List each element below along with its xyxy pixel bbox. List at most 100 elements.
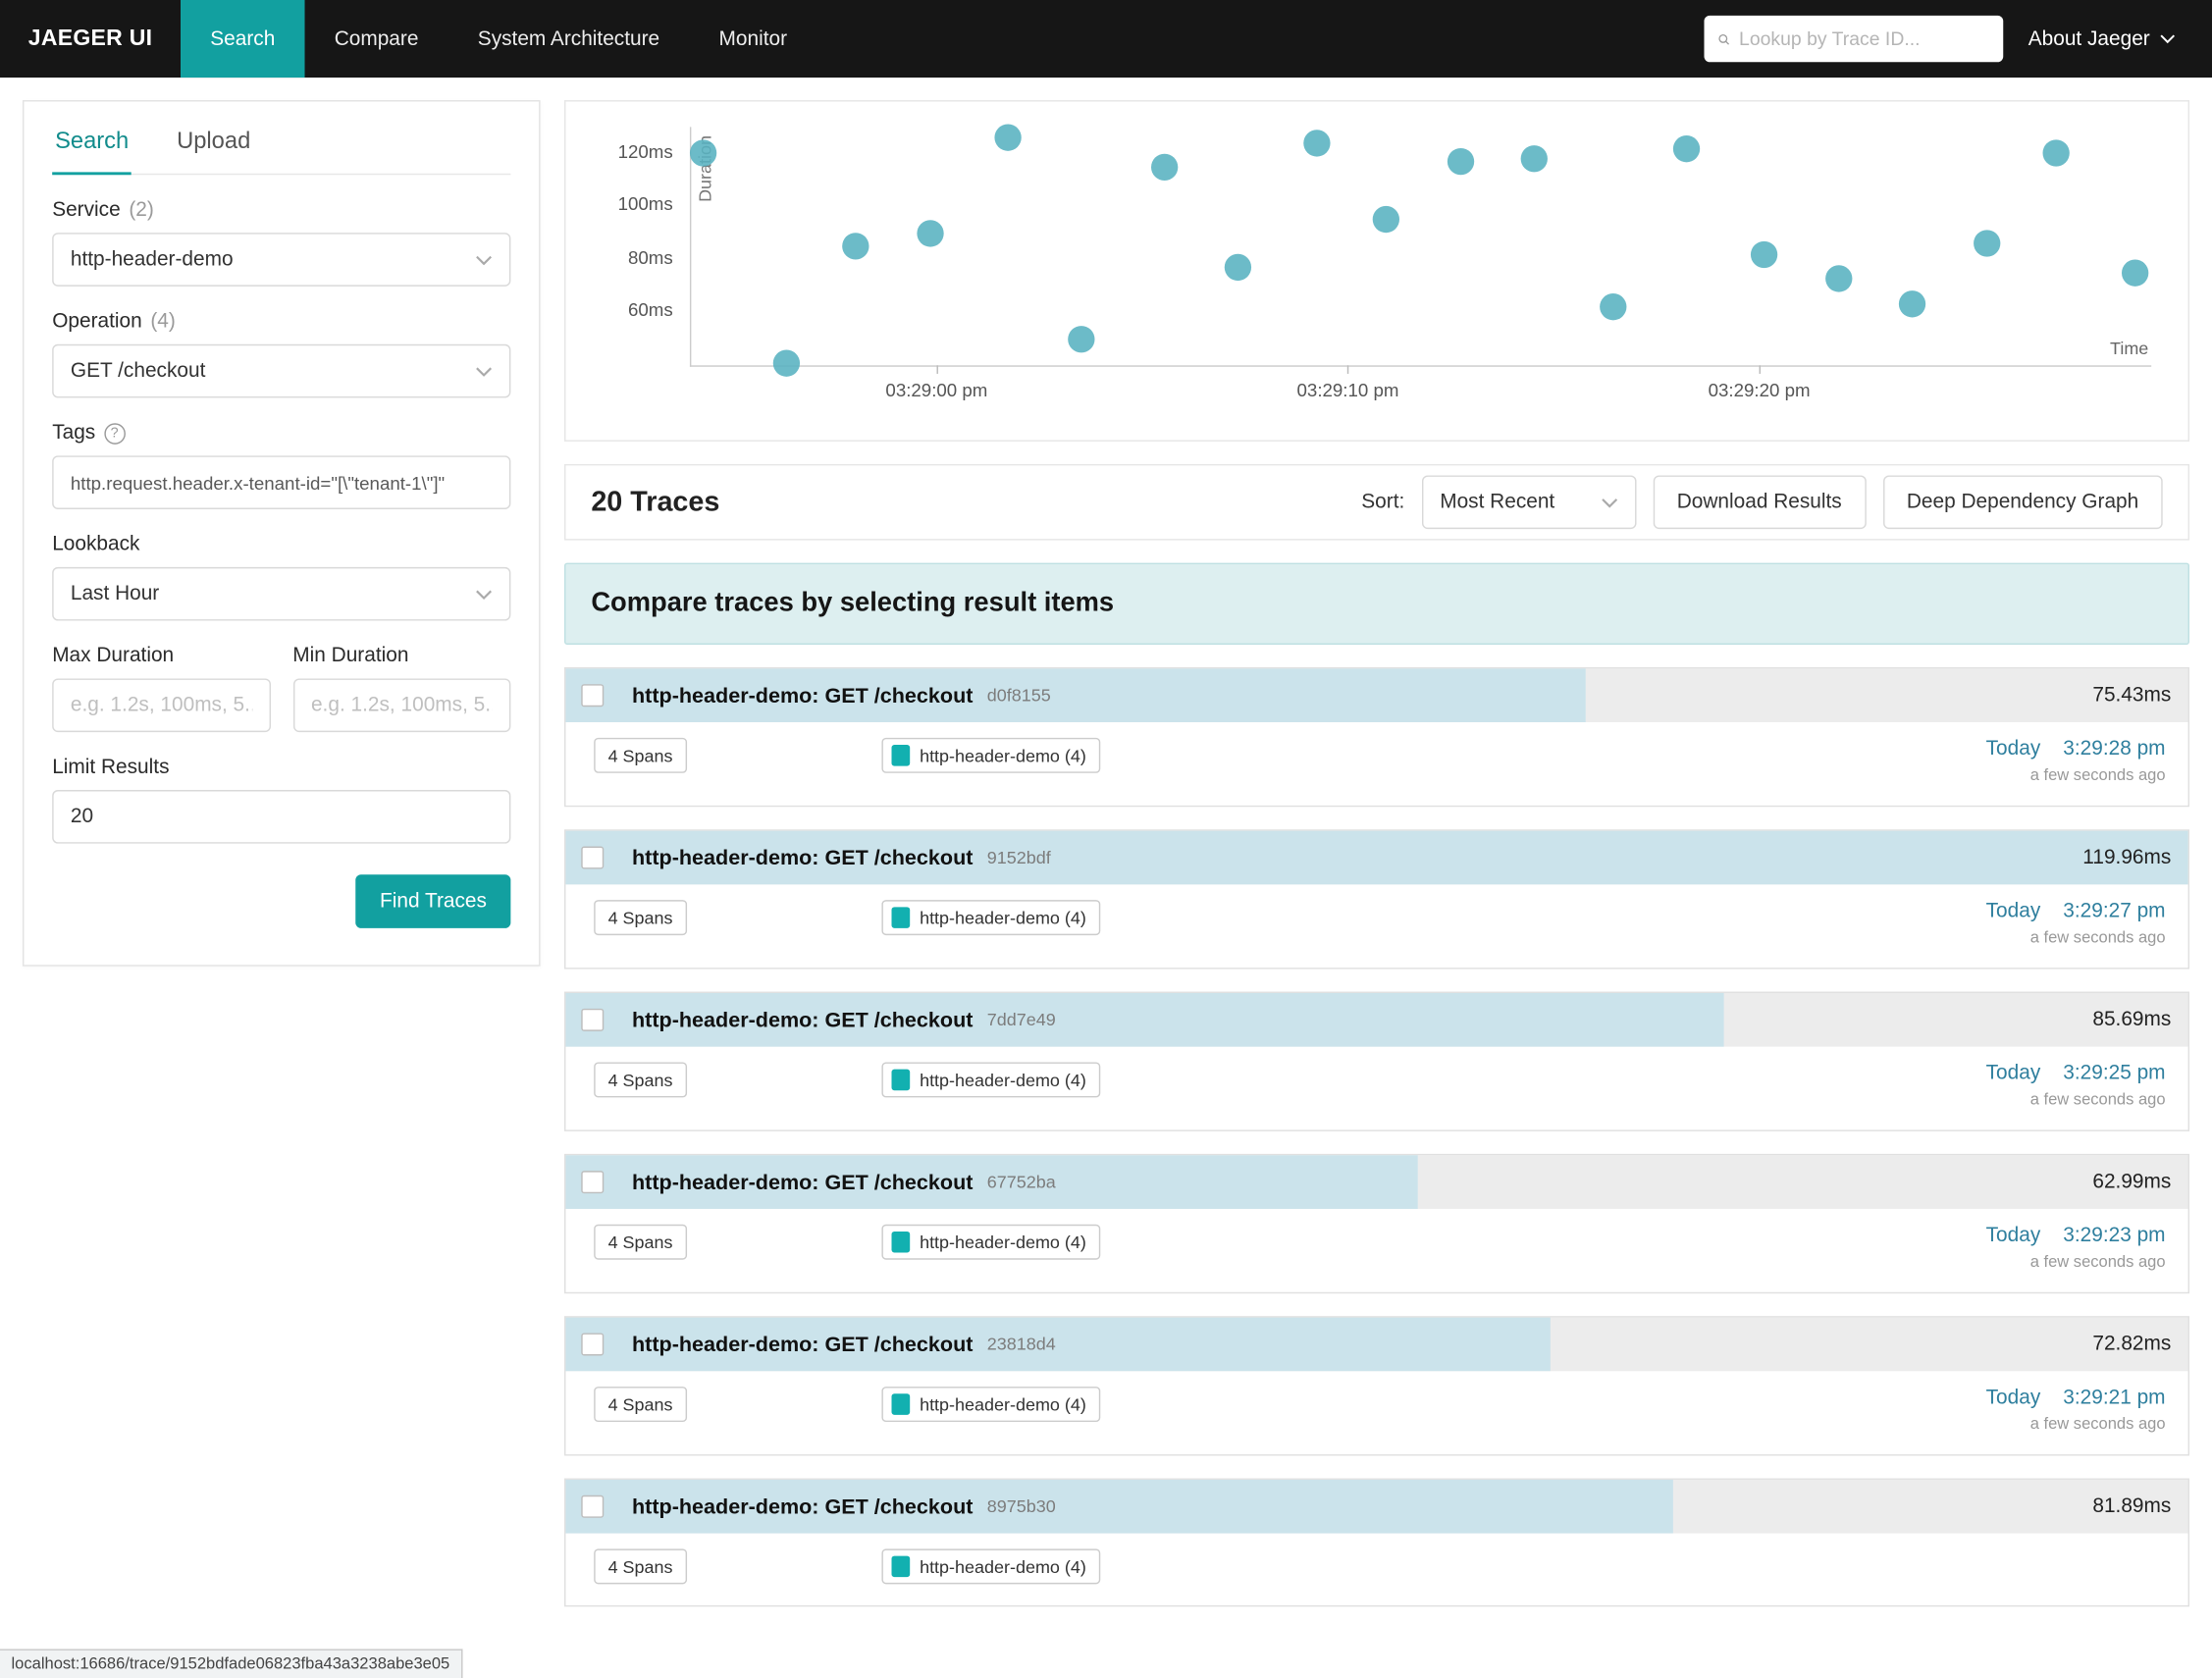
deep-dependency-graph-button[interactable]: Deep Dependency Graph bbox=[1882, 475, 2163, 530]
trace-body: 4 Spans http-header-demo (4) Today 3:29:… bbox=[565, 1371, 2187, 1454]
tab-upload[interactable]: Upload bbox=[174, 107, 253, 174]
limit-results-input[interactable] bbox=[52, 790, 511, 844]
trace-select-checkbox[interactable] bbox=[580, 1494, 604, 1518]
service-select[interactable]: http-header-demo bbox=[52, 233, 511, 287]
trace-scatter-dot[interactable] bbox=[690, 139, 717, 168]
trace-scatter-dot[interactable] bbox=[1302, 129, 1331, 157]
trace-scatter-dot[interactable] bbox=[1973, 230, 2001, 257]
link-preview-statusbar: localhost:16686/trace/9152bdfade06823fba… bbox=[0, 1649, 463, 1678]
service-chip: http-header-demo (4) bbox=[881, 1224, 1101, 1260]
trace-day[interactable]: Today bbox=[1986, 1225, 2041, 1247]
x-tick-label: 03:29:20 pm bbox=[1708, 379, 1811, 401]
trace-checkbox-cell bbox=[565, 1155, 617, 1209]
trace-header-link[interactable]: http-header-demo: GET /checkout 9152bdf … bbox=[565, 830, 2188, 885]
trace-time[interactable]: 3:29:25 pm bbox=[2063, 1062, 2165, 1084]
sort-select[interactable]: Most Recent bbox=[1421, 475, 1637, 530]
trace-relative-time: a few seconds ago bbox=[2029, 767, 2166, 785]
operation-select[interactable]: GET /checkout bbox=[52, 343, 511, 398]
trace-scatter-dot[interactable] bbox=[916, 219, 944, 247]
nav-tab-monitor[interactable]: Monitor bbox=[689, 0, 816, 78]
find-traces-button[interactable]: Find Traces bbox=[355, 874, 511, 928]
trace-scatter-dot[interactable] bbox=[994, 124, 1022, 151]
trace-id-lookup-box[interactable] bbox=[1704, 15, 2003, 63]
trace-result-card: http-header-demo: GET /checkout 23818d4 … bbox=[564, 1316, 2189, 1456]
scatter-plot bbox=[689, 124, 2152, 377]
app-logo[interactable]: JAEGER UI bbox=[0, 0, 181, 78]
trace-day[interactable]: Today bbox=[1986, 900, 2041, 922]
trace-scatter-dot[interactable] bbox=[842, 233, 869, 260]
trace-header-link[interactable]: http-header-demo: GET /checkout 23818d4 … bbox=[565, 1317, 2188, 1372]
help-icon[interactable]: ? bbox=[103, 422, 126, 445]
trace-duration: 62.99ms bbox=[2092, 1171, 2172, 1194]
tags-input[interactable] bbox=[52, 455, 511, 509]
trace-select-checkbox[interactable] bbox=[580, 1333, 604, 1356]
service-chip: http-header-demo (4) bbox=[881, 737, 1101, 773]
trace-scatter-dot[interactable] bbox=[1520, 145, 1549, 173]
search-icon bbox=[1717, 33, 1729, 44]
trace-title[interactable]: http-header-demo: GET /checkout bbox=[632, 846, 973, 869]
x-tick-label: 03:29:10 pm bbox=[1296, 379, 1399, 401]
span-count-chip: 4 Spans bbox=[594, 900, 687, 936]
trace-header-link[interactable]: http-header-demo: GET /checkout 67752ba … bbox=[565, 1155, 2188, 1209]
trace-title[interactable]: http-header-demo: GET /checkout bbox=[632, 1494, 973, 1518]
nav-tab-compare[interactable]: Compare bbox=[305, 0, 448, 78]
trace-scatter-dot[interactable] bbox=[2121, 259, 2149, 287]
lookback-select[interactable]: Last Hour bbox=[52, 566, 511, 621]
trace-title[interactable]: http-header-demo: GET /checkout bbox=[632, 683, 973, 707]
service-chip-label: http-header-demo (4) bbox=[920, 745, 1086, 765]
trace-time[interactable]: 3:29:23 pm bbox=[2063, 1225, 2165, 1247]
trace-time[interactable]: 3:29:28 pm bbox=[2063, 738, 2165, 760]
trace-count: 20 Traces bbox=[591, 486, 720, 517]
sort-label: Sort: bbox=[1361, 491, 1405, 514]
span-count-chip: 4 Spans bbox=[594, 1062, 687, 1098]
trace-scatter-dot[interactable] bbox=[1825, 264, 1853, 291]
page-content: Search Upload Service (2) http-header-dem… bbox=[0, 78, 2212, 1629]
trace-title[interactable]: http-header-demo: GET /checkout bbox=[632, 1333, 973, 1356]
trace-scatter-dot[interactable] bbox=[1751, 240, 1778, 268]
trace-day[interactable]: Today bbox=[1986, 738, 2041, 760]
trace-select-checkbox[interactable] bbox=[580, 684, 604, 708]
top-navbar: JAEGER UI Search Compare System Architec… bbox=[0, 0, 2212, 79]
trace-time[interactable]: 3:29:21 pm bbox=[2063, 1387, 2165, 1409]
trace-scatter-dot[interactable] bbox=[1672, 134, 1701, 162]
min-duration-input[interactable] bbox=[292, 678, 511, 733]
trace-id-input[interactable] bbox=[1739, 27, 1989, 50]
trace-scatter-dot[interactable] bbox=[1372, 206, 1400, 234]
trace-scatter-dot[interactable] bbox=[1899, 290, 1926, 318]
service-select-value: http-header-demo bbox=[70, 248, 234, 271]
trace-result-card: http-header-demo: GET /checkout 9152bdf … bbox=[564, 829, 2189, 970]
trace-select-checkbox[interactable] bbox=[580, 1008, 604, 1031]
trace-scatter-dot[interactable] bbox=[1150, 153, 1178, 181]
trace-result-card: http-header-demo: GET /checkout 8975b30 … bbox=[564, 1478, 2189, 1607]
trace-select-checkbox[interactable] bbox=[580, 846, 604, 869]
trace-scatter-dot[interactable] bbox=[772, 348, 800, 377]
trace-scatter-dot[interactable] bbox=[2043, 139, 2071, 168]
trace-select-checkbox[interactable] bbox=[580, 1171, 604, 1194]
trace-header-link[interactable]: http-header-demo: GET /checkout 8975b30 … bbox=[565, 1479, 2188, 1534]
trace-time[interactable]: 3:29:27 pm bbox=[2063, 900, 2165, 922]
max-duration-input[interactable] bbox=[52, 678, 271, 733]
trace-title[interactable]: http-header-demo: GET /checkout bbox=[632, 1008, 973, 1031]
operation-select-value: GET /checkout bbox=[70, 359, 206, 383]
download-results-button[interactable]: Download Results bbox=[1653, 475, 1867, 530]
nav-tab-search[interactable]: Search bbox=[181, 0, 305, 79]
trace-body: 4 Spans http-header-demo (4) bbox=[565, 1534, 2187, 1605]
about-jaeger-menu[interactable]: About Jaeger bbox=[2028, 0, 2176, 78]
tab-search[interactable]: Search bbox=[52, 107, 132, 176]
x-tick-mark bbox=[1347, 365, 1349, 374]
trace-scatter-dot[interactable] bbox=[1225, 253, 1252, 282]
trace-scatter-dot[interactable] bbox=[1447, 147, 1474, 176]
trace-title[interactable]: http-header-demo: GET /checkout bbox=[632, 1170, 973, 1193]
trace-body: 4 Spans http-header-demo (4) Today 3:29:… bbox=[565, 884, 2187, 968]
trace-day[interactable]: Today bbox=[1986, 1387, 2041, 1409]
trace-day[interactable]: Today bbox=[1986, 1062, 2041, 1084]
trace-id: 67752ba bbox=[986, 1172, 1056, 1192]
nav-tab-system-architecture[interactable]: System Architecture bbox=[448, 0, 690, 78]
trace-id: 8975b30 bbox=[986, 1496, 1056, 1517]
trace-scatter-dot[interactable] bbox=[1599, 293, 1626, 321]
x-tick-label: 03:29:00 pm bbox=[885, 379, 988, 401]
sidebar-tabs: Search Upload bbox=[52, 107, 511, 176]
trace-header-link[interactable]: http-header-demo: GET /checkout 7dd7e49 … bbox=[565, 993, 2188, 1047]
trace-header-link[interactable]: http-header-demo: GET /checkout d0f8155 … bbox=[565, 668, 2188, 722]
trace-scatter-dot[interactable] bbox=[1068, 325, 1096, 352]
